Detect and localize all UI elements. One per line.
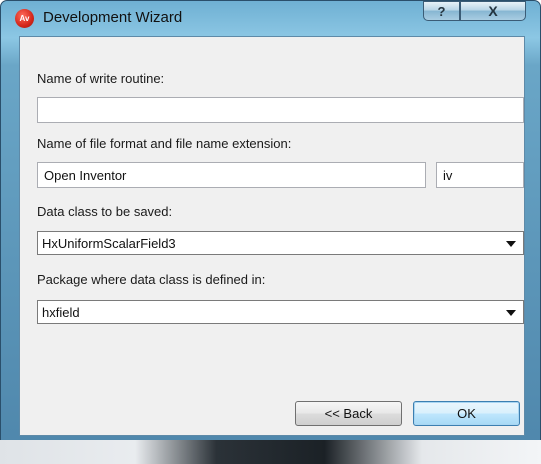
data-class-selected-value: HxUniformScalarField3 <box>42 235 176 251</box>
background-taskbar-area <box>0 440 541 464</box>
file-extension-input[interactable] <box>436 162 524 188</box>
data-class-label: Data class to be saved: <box>37 204 173 219</box>
close-button[interactable]: X <box>460 1 526 21</box>
dropdown-arrow-icon <box>506 241 516 247</box>
help-button[interactable]: ? <box>423 1 460 21</box>
dropdown-arrow-icon <box>506 310 516 316</box>
file-format-input[interactable] <box>37 162 426 188</box>
write-routine-input[interactable] <box>37 97 524 123</box>
package-selected-value: hxfield <box>42 304 80 320</box>
app-icon: Av <box>15 9 34 28</box>
package-label: Package where data class is defined in: <box>37 272 266 287</box>
title-bar[interactable]: Av Development Wizard ? X <box>0 0 541 36</box>
dialog-content: Name of write routine: Name of file form… <box>19 36 525 436</box>
window-title: Development Wizard <box>43 9 183 26</box>
data-class-select[interactable]: HxUniformScalarField3 <box>37 231 524 255</box>
ok-button[interactable]: OK <box>413 401 520 426</box>
file-format-label: Name of file format and file name extens… <box>37 136 292 151</box>
package-select[interactable]: hxfield <box>37 300 524 324</box>
write-routine-label: Name of write routine: <box>37 71 165 86</box>
back-button[interactable]: << Back <box>295 401 402 426</box>
